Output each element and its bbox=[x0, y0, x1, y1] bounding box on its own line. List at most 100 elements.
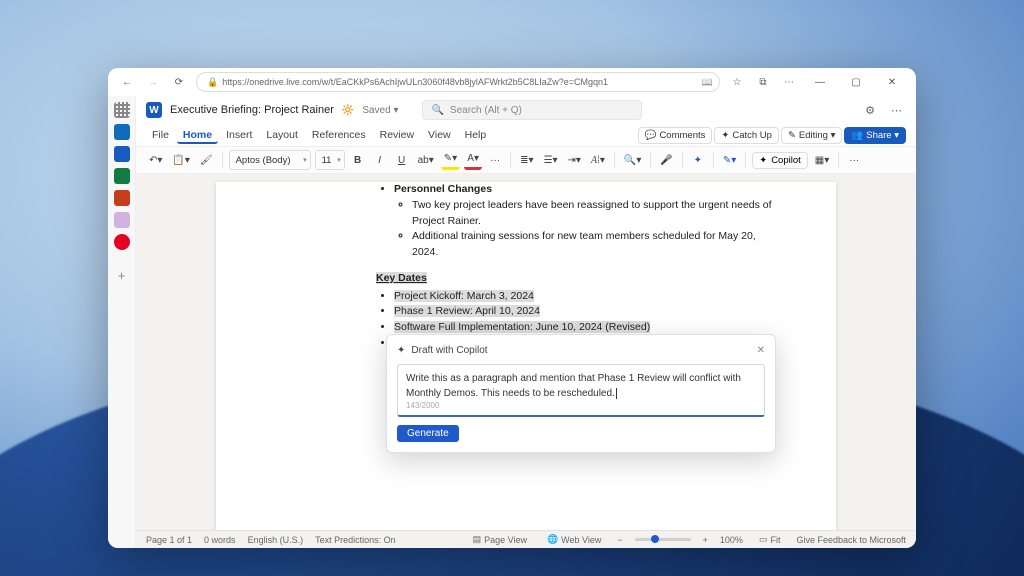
address-bar[interactable]: 🔒 https://onedrive.live.com/w/t/EaCKkPs6… bbox=[196, 72, 720, 92]
document-page[interactable]: Personnel Changes Two key project leader… bbox=[216, 182, 836, 530]
menu-help[interactable]: Help bbox=[459, 127, 493, 143]
search-placeholder: Search (Alt + Q) bbox=[450, 105, 522, 116]
list-item: Additional training sessions for new tea… bbox=[412, 229, 776, 261]
indent-button[interactable]: ⇥▾ bbox=[565, 150, 584, 170]
reload-button[interactable]: ⟳ bbox=[170, 73, 188, 91]
excel-icon[interactable] bbox=[114, 168, 130, 184]
window-minimize[interactable]: — bbox=[806, 77, 834, 88]
bold-button[interactable]: B bbox=[349, 150, 367, 170]
window-close[interactable]: ✕ bbox=[878, 77, 906, 88]
web-view-button[interactable]: 🌐 Web View bbox=[543, 534, 605, 545]
collections-button[interactable]: ⧉ bbox=[754, 73, 772, 91]
extensions-button[interactable]: ⋯ bbox=[780, 73, 798, 91]
comments-button[interactable]: 💬 Comments bbox=[638, 127, 713, 144]
document-canvas: Personnel Changes Two key project leader… bbox=[136, 174, 916, 530]
language-indicator[interactable]: English (U.S.) bbox=[248, 535, 304, 545]
format-painter-button[interactable]: 🖌 bbox=[197, 150, 216, 170]
back-button[interactable]: ← bbox=[118, 73, 136, 91]
catchup-button[interactable]: ✦ Catch Up bbox=[714, 127, 779, 144]
app-content: W Executive Briefing: Project Rainer 🔆 S… bbox=[136, 96, 916, 548]
more-font-button[interactable]: ··· bbox=[486, 150, 504, 170]
settings-icon[interactable]: ⚙ bbox=[861, 104, 879, 117]
menu-bar: File Home Insert Layout References Revie… bbox=[136, 124, 916, 146]
underline-button[interactable]: U bbox=[393, 150, 411, 170]
word-icon[interactable] bbox=[114, 146, 130, 162]
menu-home[interactable]: Home bbox=[177, 127, 218, 144]
list-item: Phase 1 Review: April 10, 2024 bbox=[394, 305, 540, 317]
zoom-level[interactable]: 100% bbox=[720, 535, 743, 545]
styles-button[interactable]: A⁞▾ bbox=[588, 150, 608, 170]
bullets-button[interactable]: ≣▾ bbox=[517, 150, 536, 170]
search-icon: 🔍 bbox=[431, 105, 443, 116]
menu-review[interactable]: Review bbox=[374, 127, 420, 143]
page-view-button[interactable]: ▤ Page View bbox=[469, 534, 531, 545]
copilot-icon: ✦ bbox=[759, 155, 767, 166]
ribbon-toolbar: ↶▾ 📋▾ 🖌 Aptos (Body) 11 B I U ab▾ ✎▾ A▾ … bbox=[136, 146, 916, 174]
zoom-slider[interactable] bbox=[635, 538, 691, 541]
menu-insert[interactable]: Insert bbox=[220, 127, 258, 143]
share-button[interactable]: 👥 Share ▾ bbox=[844, 127, 906, 144]
menu-view[interactable]: View bbox=[422, 127, 457, 143]
menu-references[interactable]: References bbox=[306, 127, 372, 143]
undo-button[interactable]: ↶▾ bbox=[146, 150, 165, 170]
strike-button[interactable]: ab▾ bbox=[415, 150, 437, 170]
browser-toolbar: ← → ⟳ 🔒 https://onedrive.live.com/w/t/Ea… bbox=[108, 68, 916, 96]
copilot-card-title: Draft with Copilot bbox=[411, 343, 487, 358]
table-button[interactable]: ▦▾ bbox=[812, 150, 832, 170]
ribbon-more-button[interactable]: ··· bbox=[845, 150, 863, 170]
clipboard-button[interactable]: 📋▾ bbox=[169, 150, 192, 170]
search-box[interactable]: 🔍 Search (Alt + Q) bbox=[422, 100, 642, 120]
editor-button[interactable]: ✎▾ bbox=[720, 150, 739, 170]
zoom-in-button[interactable]: + bbox=[703, 535, 708, 545]
word-count[interactable]: 0 words bbox=[204, 535, 236, 545]
dictate-button[interactable]: 🎤 bbox=[657, 150, 675, 170]
forward-button[interactable]: → bbox=[144, 73, 162, 91]
char-count: 143/2000 bbox=[406, 400, 439, 412]
designer-button[interactable]: ✦ bbox=[689, 150, 707, 170]
numbering-button[interactable]: ☰▾ bbox=[541, 150, 561, 170]
fit-button[interactable]: ▭ Fit bbox=[755, 534, 785, 545]
feedback-link[interactable]: Give Feedback to Microsoft bbox=[796, 535, 906, 545]
apps-grid-icon[interactable] bbox=[114, 102, 130, 118]
close-icon[interactable]: ✕ bbox=[757, 343, 765, 358]
pinterest-icon[interactable] bbox=[114, 234, 130, 250]
browser-window: ← → ⟳ 🔒 https://onedrive.live.com/w/t/Ea… bbox=[108, 68, 916, 548]
text-predictions[interactable]: Text Predictions: On bbox=[315, 535, 396, 545]
window-maximize[interactable]: ▢ bbox=[842, 77, 870, 88]
status-bar: Page 1 of 1 0 words English (U.S.) Text … bbox=[136, 530, 916, 548]
copilot-button[interactable]: ✦ Copilot bbox=[752, 152, 808, 169]
menu-file[interactable]: File bbox=[146, 127, 175, 143]
lock-icon: 🔒 bbox=[207, 77, 218, 88]
sync-icon: 🔆 bbox=[342, 105, 354, 116]
highlight-button[interactable]: ✎▾ bbox=[441, 150, 460, 170]
editing-button[interactable]: ✎ Editing ▾ bbox=[781, 127, 842, 144]
more-icon[interactable]: ⋯ bbox=[887, 104, 906, 117]
find-button[interactable]: 🔍▾ bbox=[621, 150, 644, 170]
zoom-out-button[interactable]: − bbox=[617, 535, 622, 545]
save-status[interactable]: Saved ▾ bbox=[362, 105, 398, 116]
italic-button[interactable]: I bbox=[371, 150, 389, 170]
heading-personnel: Personnel Changes bbox=[394, 182, 776, 198]
reading-mode-icon[interactable]: 📖 bbox=[702, 77, 713, 88]
heading-keydates: Key Dates bbox=[376, 272, 427, 284]
list-item: Software Full Implementation: June 10, 2… bbox=[394, 321, 650, 333]
font-size-selector[interactable]: 11 bbox=[315, 150, 345, 170]
menu-layout[interactable]: Layout bbox=[260, 127, 304, 143]
powerpoint-icon[interactable] bbox=[114, 190, 130, 206]
word-app-icon: W bbox=[146, 102, 162, 118]
generate-button[interactable]: Generate bbox=[397, 425, 459, 442]
copilot-prompt-input[interactable]: Write this as a paragraph and mention th… bbox=[397, 364, 765, 417]
copilot-icon: ✦ bbox=[397, 343, 405, 358]
outlook-icon[interactable] bbox=[114, 124, 130, 140]
favorite-button[interactable]: ☆ bbox=[728, 73, 746, 91]
list-item: Two key project leaders have been reassi… bbox=[412, 198, 776, 230]
add-app-button[interactable]: + bbox=[118, 268, 126, 283]
url-text: https://onedrive.live.com/w/t/EaCKkPs6Ac… bbox=[222, 77, 608, 87]
page-indicator[interactable]: Page 1 of 1 bbox=[146, 535, 192, 545]
font-color-button[interactable]: A▾ bbox=[464, 150, 482, 170]
document-title[interactable]: Executive Briefing: Project Rainer bbox=[170, 104, 334, 116]
onenote-icon[interactable] bbox=[114, 212, 130, 228]
copilot-prompt-text: Write this as a paragraph and mention th… bbox=[406, 373, 741, 399]
copilot-draft-card: ✦ Draft with Copilot ✕ Write this as a p… bbox=[386, 334, 776, 453]
font-selector[interactable]: Aptos (Body) bbox=[229, 150, 311, 170]
